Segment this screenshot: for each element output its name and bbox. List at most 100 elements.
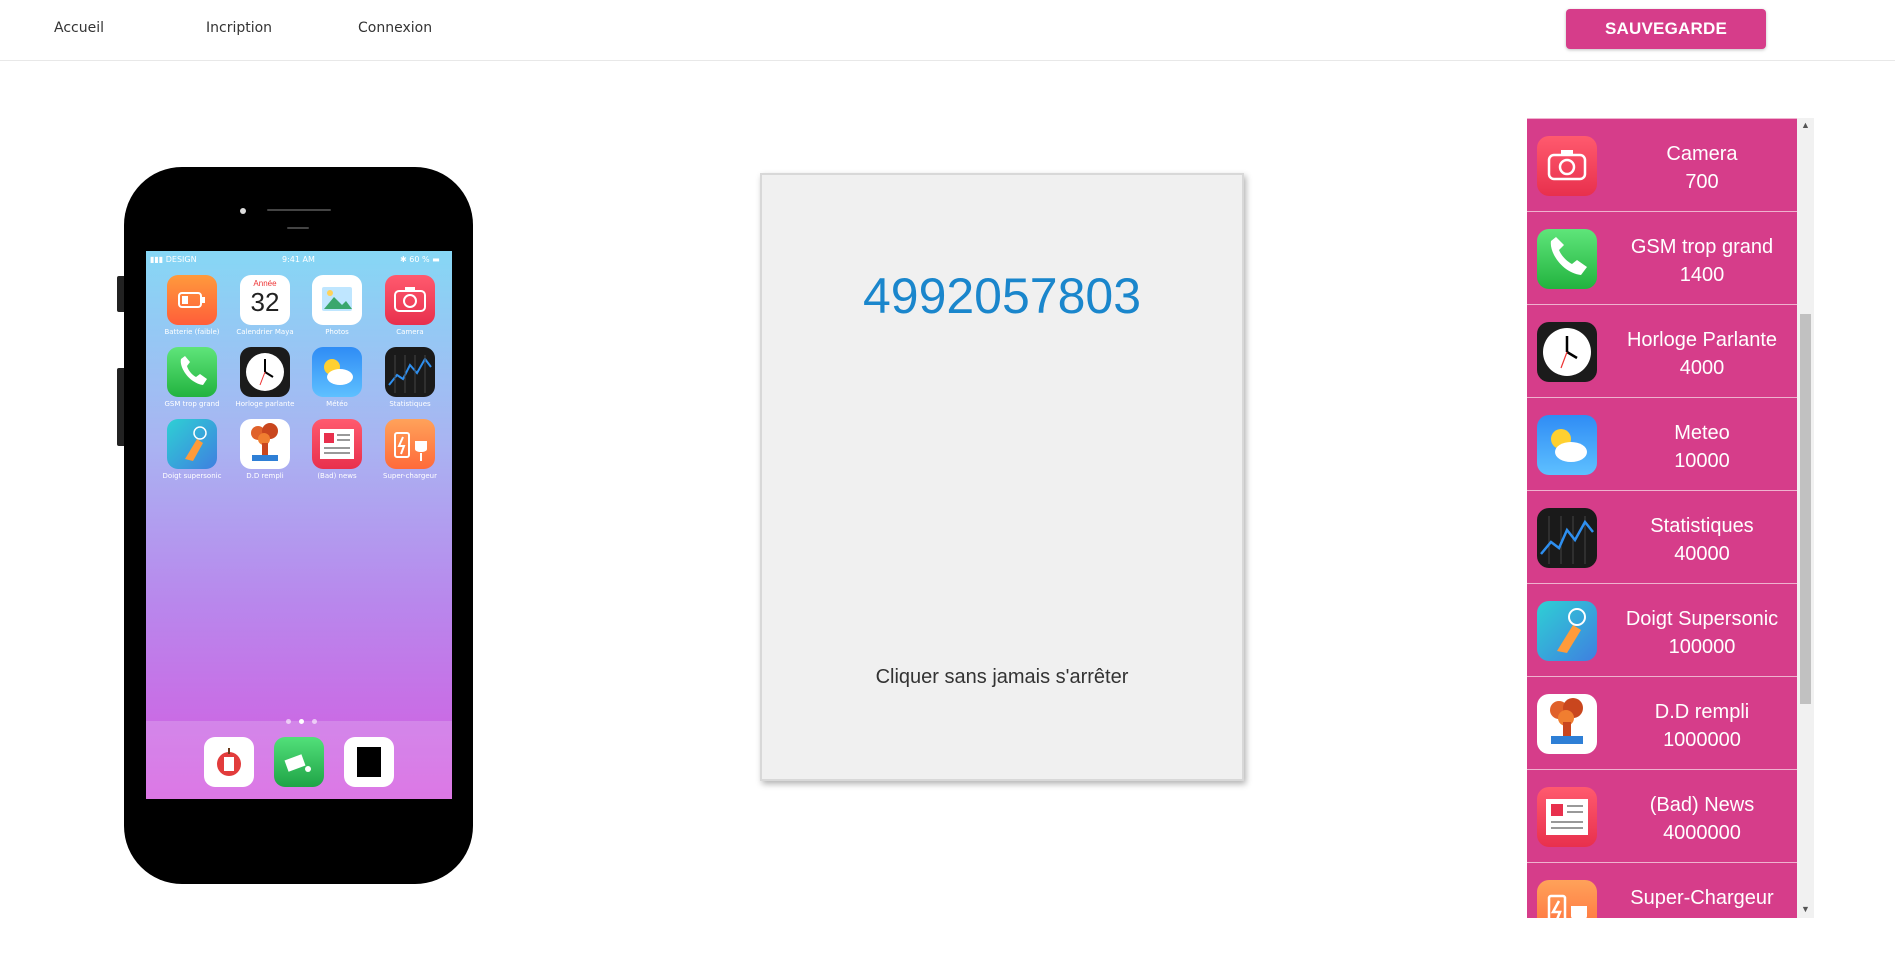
phone-sensor: [287, 227, 309, 229]
app-label: Statistiques: [389, 400, 431, 408]
finger-icon: [1537, 601, 1597, 661]
phone-speaker: [267, 209, 331, 211]
shop-item-charger[interactable]: Super-Chargeur 10000000: [1527, 862, 1797, 918]
phone-device: ▮▮▮ DESIGN 9:41 AM ✱ 60 % ▬ Batterie (fa…: [124, 167, 473, 884]
app-explosion[interactable]: D.D rempli: [230, 419, 300, 480]
camera-icon: [1537, 136, 1597, 196]
shop-item-name: Camera: [1666, 143, 1738, 165]
top-navbar: Accueil Incription Connexion SAUVEGARDE: [0, 0, 1895, 61]
nav-link-inscription[interactable]: Incription: [206, 20, 272, 36]
app-label: Photos: [325, 328, 349, 336]
app-label: Calendrier Maya: [236, 328, 294, 336]
money-icon[interactable]: [274, 737, 324, 787]
shop-item-name: (Bad) News: [1649, 794, 1755, 816]
app-label: (Bad) news: [317, 472, 357, 480]
news-icon: [312, 419, 362, 469]
shop-item-price: 100000: [1668, 636, 1736, 658]
shop-item-name: Statistiques: [1650, 515, 1754, 537]
nav-link-connexion[interactable]: Connexion: [358, 20, 432, 36]
shop-item-price: 4000000: [1663, 822, 1741, 844]
page-dots: [282, 711, 322, 724]
phone-screen: ▮▮▮ DESIGN 9:41 AM ✱ 60 % ▬ Batterie (fa…: [146, 251, 452, 799]
apple-icon[interactable]: [204, 737, 254, 787]
app-weather[interactable]: Météo: [302, 347, 372, 408]
app-calendar[interactable]: Année 32 Calendrier Maya: [230, 275, 300, 336]
frame-icon[interactable]: [344, 737, 394, 787]
stocks-icon: [385, 347, 435, 397]
shop-item-price: 1400: [1679, 264, 1725, 286]
shop-item-clock[interactable]: Horloge Parlante 4000: [1527, 304, 1797, 397]
save-button[interactable]: SAUVEGARDE: [1566, 9, 1766, 49]
shop-item-news[interactable]: (Bad) News 4000000: [1527, 769, 1797, 862]
app-label: D.D rempli: [246, 472, 284, 480]
scroll-thumb[interactable]: [1800, 314, 1811, 704]
app-label: GSM trop grand: [164, 400, 220, 408]
charger-icon: [1537, 880, 1597, 918]
shop-item-name: GSM trop grand: [1630, 236, 1774, 258]
weather-icon: [312, 347, 362, 397]
app-charger[interactable]: Super-chargeur: [375, 419, 445, 480]
explosion-icon: [240, 419, 290, 469]
click-area[interactable]: 4992057803 Cliquer sans jamais s'arrêter: [760, 173, 1244, 781]
shop-item-name: D.D rempli: [1654, 701, 1750, 723]
app-news[interactable]: (Bad) news: [302, 419, 372, 480]
click-counter: 4992057803: [862, 268, 1142, 324]
explosion-icon: [1537, 694, 1597, 754]
shop-item-name: Meteo: [1674, 422, 1730, 444]
shop-item-price: 700: [1685, 171, 1719, 193]
shop-item-price: 1000000: [1663, 729, 1741, 751]
shop-item-phone[interactable]: GSM trop grand 1400: [1527, 211, 1797, 304]
shop-item-price: 40000: [1674, 543, 1730, 565]
news-icon: [1537, 787, 1597, 847]
app-finger[interactable]: Doigt supersonic: [157, 419, 227, 480]
charger-icon: [385, 419, 435, 469]
app-label: Météo: [326, 400, 348, 408]
app-label: Doigt supersonic: [162, 472, 222, 480]
app-label: Camera: [396, 328, 424, 336]
app-label: Batterie (faible): [164, 328, 220, 336]
phone-camera-dot: [240, 208, 246, 214]
shop-item-camera[interactable]: Camera 700: [1527, 118, 1797, 211]
camera-icon: [385, 275, 435, 325]
app-camera[interactable]: Camera: [375, 275, 445, 336]
app-photos[interactable]: Photos: [302, 275, 372, 336]
app-phone[interactable]: GSM trop grand: [157, 347, 227, 408]
photos-icon: [312, 275, 362, 325]
clock-icon: [1537, 322, 1597, 382]
clock-icon: [240, 347, 290, 397]
app-battery[interactable]: Batterie (faible): [157, 275, 227, 336]
shop-item-price: 4000: [1679, 357, 1725, 379]
app-label: Super-chargeur: [383, 472, 437, 480]
scroll-up-icon[interactable]: ▲: [1801, 120, 1810, 130]
finger-icon: [167, 419, 217, 469]
shop-item-stocks[interactable]: Statistiques 40000: [1527, 490, 1797, 583]
shop-list: Camera 700 GSM trop grand 1400 Horloge P…: [1527, 118, 1797, 918]
app-clock[interactable]: Horloge parlante: [230, 347, 300, 408]
calendar-icon: Année 32: [240, 275, 290, 325]
phone-dock: [146, 721, 452, 799]
shop-item-price: 10000000: [1607, 915, 1797, 918]
app-stocks[interactable]: Statistiques: [375, 347, 445, 408]
shop-panel: Camera 700 GSM trop grand 1400 Horloge P…: [1527, 118, 1814, 918]
stocks-icon: [1537, 508, 1597, 568]
nav-link-accueil[interactable]: Accueil: [54, 20, 104, 36]
shop-item-finger[interactable]: Doigt Supersonic 100000: [1527, 583, 1797, 676]
shop-item-name: Horloge Parlante: [1626, 329, 1778, 351]
phone-icon: [1537, 229, 1597, 289]
shop-item-name: Doigt Supersonic: [1625, 608, 1779, 630]
shop-item-name: Super-Chargeur: [1630, 887, 1774, 909]
phone-status-bar: ▮▮▮ DESIGN 9:41 AM ✱ 60 % ▬: [146, 255, 452, 267]
status-battery: ✱ 60 % ▬: [400, 255, 440, 264]
shop-item-weather[interactable]: Meteo 10000: [1527, 397, 1797, 490]
status-time: 9:41 AM: [282, 255, 315, 264]
weather-icon: [1537, 415, 1597, 475]
shop-item-explosion[interactable]: D.D rempli 1000000: [1527, 676, 1797, 769]
battery-icon: [167, 275, 217, 325]
status-carrier: ▮▮▮ DESIGN: [150, 255, 197, 264]
phone-icon: [167, 347, 217, 397]
shop-scrollbar[interactable]: ▲ ▼: [1797, 118, 1814, 918]
app-label: Horloge parlante: [235, 400, 295, 408]
scroll-down-icon[interactable]: ▼: [1801, 904, 1810, 914]
click-hint: Cliquer sans jamais s'arrêter: [875, 666, 1129, 688]
shop-item-price: 10000: [1674, 450, 1730, 472]
